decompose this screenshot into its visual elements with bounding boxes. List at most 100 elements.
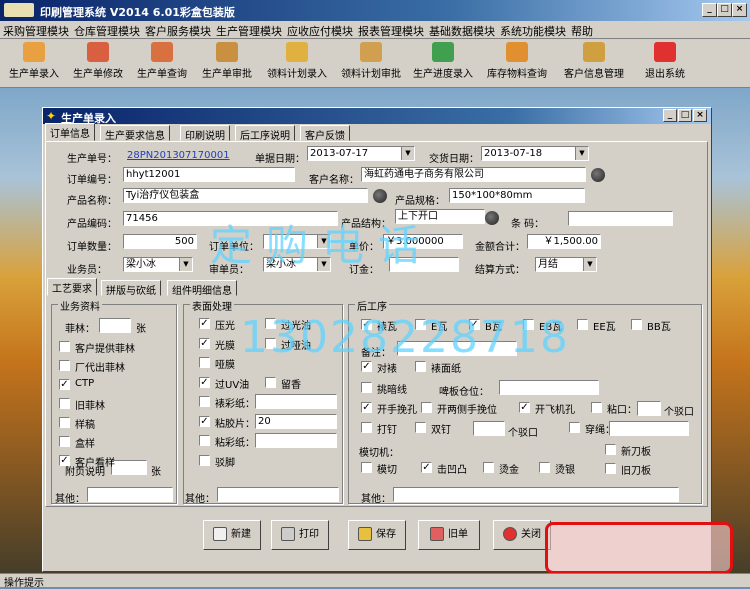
post-flute-5-checkbox[interactable] — [631, 319, 642, 330]
post-other-input[interactable] — [393, 487, 679, 502]
toolbar-button-2[interactable]: 生产单查询 — [132, 41, 192, 86]
order-date-picker[interactable]: 2013-07-17 ▼ — [307, 146, 415, 161]
maximize-button[interactable]: □ — [717, 3, 732, 17]
surface-item-5-0-checkbox[interactable]: ✓ — [199, 415, 210, 427]
rope-input[interactable] — [609, 421, 689, 436]
save-button[interactable]: 保存 — [348, 520, 406, 550]
subtab-imposition[interactable]: 拼版与砍纸 — [101, 280, 161, 297]
amount-input[interactable]: ￥1,500.00 — [527, 234, 601, 249]
salesman-select[interactable]: 梁小冰 ▼ — [123, 257, 193, 272]
nail-count-input[interactable] — [473, 421, 505, 436]
post-hole-1-checkbox[interactable] — [421, 402, 432, 413]
menu-production[interactable]: 生产管理模块 — [216, 23, 282, 39]
post-die-0-checkbox[interactable] — [361, 462, 372, 473]
menu-basic-data[interactable]: 基础数据模块 — [429, 23, 495, 39]
attach-count-input[interactable] — [111, 460, 147, 475]
surface-item-1-0-checkbox[interactable]: ✓ — [199, 337, 210, 349]
business-item-1-checkbox[interactable] — [59, 360, 70, 371]
tab-order-info[interactable]: 订单信息 — [45, 123, 95, 141]
business-other-input[interactable] — [87, 487, 173, 502]
minimize-button[interactable]: _ — [702, 3, 717, 17]
toolbar-button-3[interactable]: 生产单审批 — [196, 41, 258, 86]
glue-count-input[interactable] — [637, 401, 661, 416]
menu-purchase[interactable]: 采购管理模块 — [3, 23, 69, 39]
post-nail-1-checkbox[interactable] — [415, 422, 426, 433]
surface-value-input-4[interactable] — [255, 394, 337, 409]
surface-item-7-0-checkbox[interactable] — [199, 454, 210, 466]
customer-input[interactable]: 海虹药通电子商务有限公司 — [361, 167, 586, 182]
new-button[interactable]: 新建 — [203, 520, 261, 550]
menu-reports[interactable]: 报表管理模块 — [358, 23, 424, 39]
barcode-input[interactable] — [568, 211, 673, 226]
menu-warehouse[interactable]: 仓库管理模块 — [74, 23, 140, 39]
toolbar-button-0[interactable]: 生产单录入 — [4, 41, 64, 86]
structure-picker-icon[interactable] — [485, 211, 499, 225]
delivery-date-picker[interactable]: 2013-07-18 ▼ — [481, 146, 589, 161]
order-code-input[interactable]: hhyt12001 — [123, 167, 295, 182]
subtab-craft[interactable]: 工艺要求 — [47, 278, 97, 296]
tab-print-notes[interactable]: 印刷说明 — [180, 125, 230, 142]
business-item-4-checkbox[interactable] — [59, 417, 70, 428]
beer-slot-input[interactable] — [499, 380, 599, 395]
surface-value-input-6[interactable] — [255, 433, 337, 448]
business-item-6-checkbox[interactable]: ✓ — [59, 455, 70, 466]
spec-input[interactable]: 150*100*80mm — [449, 188, 585, 203]
post-hole-0-checkbox[interactable]: ✓ — [361, 402, 372, 413]
post-die-3-checkbox[interactable] — [539, 462, 550, 473]
surface-item-2-0-checkbox[interactable] — [199, 357, 210, 368]
toolbar-button-4[interactable]: 领料计划录入 — [262, 41, 332, 86]
tab-production-req[interactable]: 生产要求信息 — [100, 125, 170, 142]
post-new-die-checkbox[interactable] — [605, 444, 616, 455]
surface-item-4-0-checkbox[interactable] — [199, 396, 210, 407]
business-item-5-checkbox[interactable] — [59, 436, 70, 447]
window-close-button[interactable]: × — [693, 109, 707, 122]
toolbar-button-5[interactable]: 领料计划审批 — [336, 41, 406, 86]
toolbar-button-7[interactable]: 库存物料查询 — [482, 41, 552, 86]
post-flute-4-checkbox[interactable] — [577, 319, 588, 330]
product-picker-icon[interactable] — [373, 189, 387, 203]
post-rope-checkbox[interactable] — [569, 422, 580, 433]
qty-input[interactable]: 500 — [123, 234, 197, 249]
toolbar-button-8[interactable]: 客户信息管理 — [556, 41, 632, 86]
old-order-button[interactable]: 旧单 — [418, 520, 480, 550]
tab-post-process[interactable]: 后工序说明 — [235, 125, 295, 142]
chevron-down-icon[interactable]: ▼ — [179, 258, 192, 271]
tab-customer-feedback[interactable]: 客户反馈 — [300, 125, 350, 142]
post-hole-3-checkbox[interactable] — [591, 402, 602, 413]
toolbar-button-6[interactable]: 生产进度录入 — [408, 41, 478, 86]
chevron-down-icon[interactable]: ▼ — [575, 147, 588, 160]
surface-other-input[interactable] — [217, 487, 339, 502]
film-count-input[interactable] — [99, 318, 131, 333]
chevron-down-icon[interactable]: ▼ — [583, 258, 596, 271]
toolbar-button-9[interactable]: 退出系统 — [640, 41, 690, 86]
post-dark-checkbox[interactable] — [361, 382, 372, 393]
surface-item-6-0-checkbox[interactable] — [199, 435, 210, 446]
product-input[interactable]: Tyi治疗仪包装盒 — [123, 188, 368, 203]
close-window-button[interactable]: 关闭 — [493, 520, 551, 550]
post-nail-0-checkbox[interactable] — [361, 422, 372, 433]
toolbar-button-1[interactable]: 生产单修改 — [68, 41, 128, 86]
surface-item-3-1-checkbox[interactable] — [265, 376, 276, 388]
business-item-0-checkbox[interactable] — [59, 341, 70, 352]
print-button[interactable]: 打印 — [271, 520, 329, 550]
surface-item-3-0-checkbox[interactable]: ✓ — [199, 376, 210, 388]
surface-item-0-0-checkbox[interactable]: ✓ — [199, 318, 210, 329]
business-item-2-checkbox[interactable]: ✓ — [59, 379, 70, 390]
post-die-1-checkbox[interactable]: ✓ — [421, 462, 432, 473]
close-button[interactable]: × — [732, 3, 747, 17]
order-no-link[interactable]: 28PN201307170001 — [127, 150, 230, 161]
post-old-die-checkbox[interactable] — [605, 463, 616, 474]
business-item-3-checkbox[interactable] — [59, 398, 70, 409]
post-die-2-checkbox[interactable] — [483, 462, 494, 473]
menu-system[interactable]: 系统功能模块 — [500, 23, 566, 39]
menu-accounts[interactable]: 应收应付模块 — [287, 23, 353, 39]
settle-select[interactable]: 月结 ▼ — [535, 257, 597, 272]
subtab-components[interactable]: 组件明细信息 — [167, 280, 237, 297]
customer-picker-icon[interactable] — [591, 168, 605, 182]
post-hole-2-checkbox[interactable]: ✓ — [519, 402, 530, 413]
surface-value-input-5[interactable]: 20 — [255, 413, 337, 429]
menu-help[interactable]: 帮助 — [571, 23, 593, 39]
chevron-down-icon[interactable]: ▼ — [401, 147, 414, 160]
menu-customer-service[interactable]: 客户服务模块 — [145, 23, 211, 39]
window-minimize-button[interactable]: _ — [663, 109, 677, 122]
